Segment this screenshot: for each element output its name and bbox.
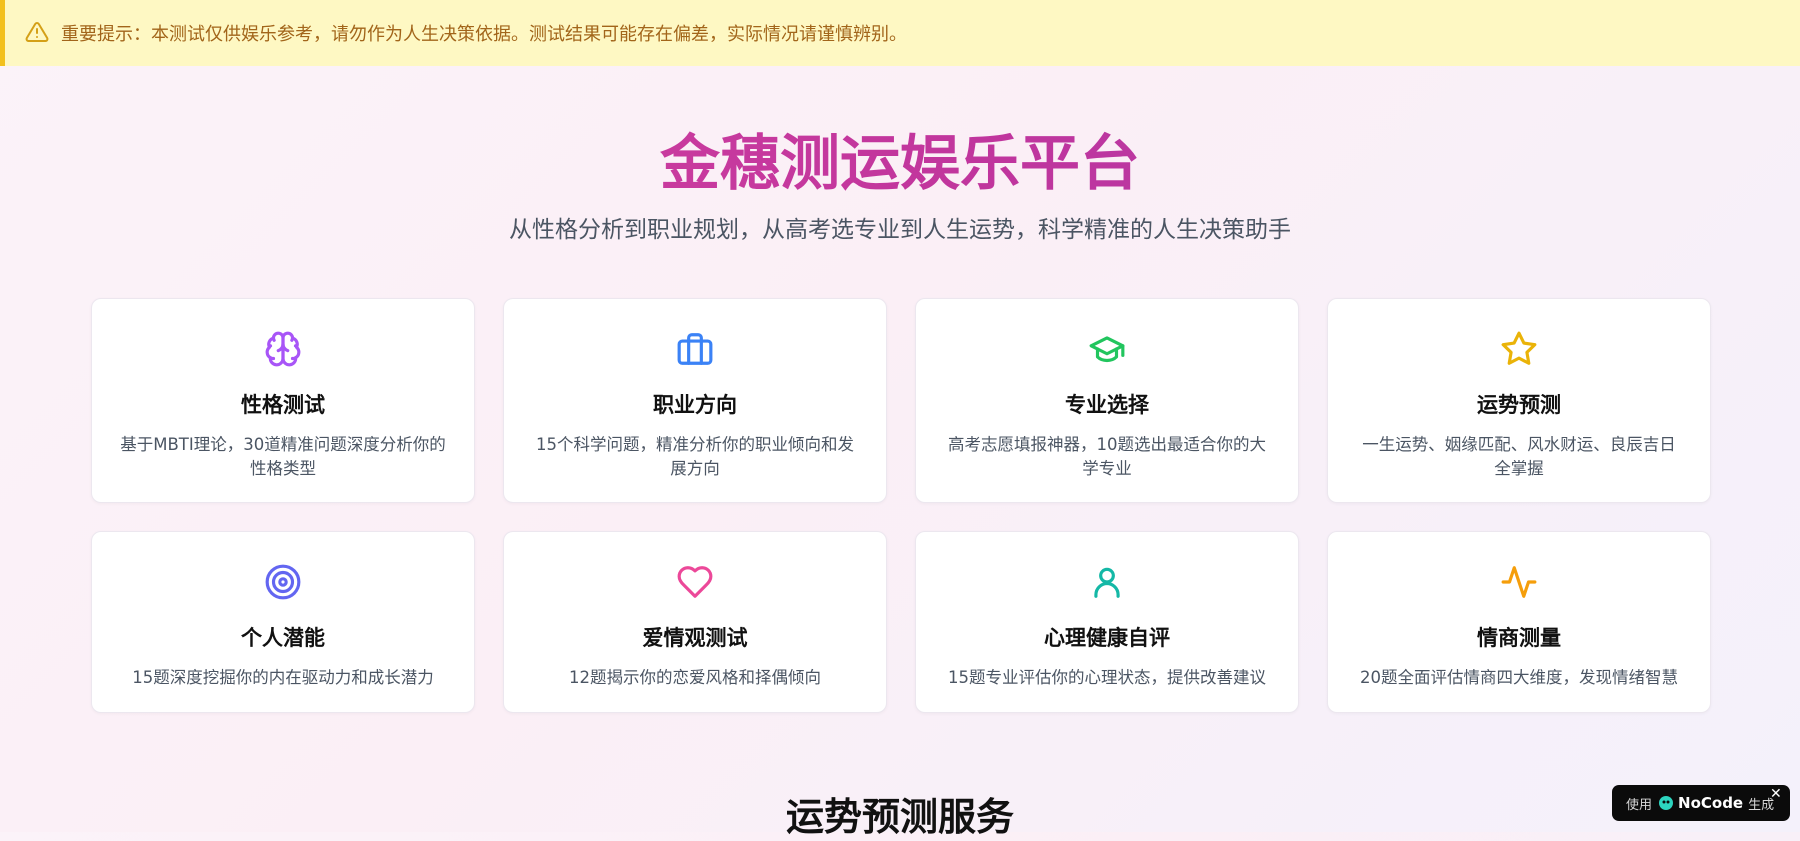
nocode-badge[interactable]: 使用 NoCode 生成 ✕ xyxy=(1612,785,1790,821)
disclaimer-text: 重要提示：本测试仅供娱乐参考，请勿作为人生决策依据。测试结果可能存在偏差，实际情… xyxy=(61,24,907,45)
warning-triangle-icon xyxy=(25,20,51,46)
card-title: 爱情观测试 xyxy=(642,626,748,650)
card-description: 15题深度挖掘你的内在驱动力和成长潜力 xyxy=(132,668,434,687)
card-career-direction[interactable]: 职业方向 15个科学问题，精准分析你的职业倾向和发展方向 xyxy=(503,298,887,503)
card-description: 20题全面评估情商四大维度，发现情绪智慧 xyxy=(1360,668,1678,687)
card-fortune-prediction[interactable]: 运势预测 一生运势、姻缘匹配、风水财运、良辰吉日全掌握 xyxy=(1327,298,1711,503)
card-personality-test[interactable]: 性格测试 基于MBTI理论，30道精准问题深度分析你的性格类型 xyxy=(91,298,475,503)
card-title: 情商测量 xyxy=(1477,626,1561,650)
card-mental-health[interactable]: 心理健康自评 15题专业评估你的心理状态，提供改善建议 xyxy=(915,531,1299,713)
card-title: 个人潜能 xyxy=(241,626,325,650)
card-title: 运势预测 xyxy=(1477,393,1561,417)
nocode-logo-icon xyxy=(1658,795,1674,811)
heart-icon xyxy=(675,562,715,602)
page-subtitle: 从性格分析到职业规划，从高考选专业到人生运势，科学精准的人生决策助手 xyxy=(509,217,1291,243)
card-description: 15个科学问题，精准分析你的职业倾向和发展方向 xyxy=(536,435,854,478)
card-description: 基于MBTI理论，30道精准问题深度分析你的性格类型 xyxy=(120,435,446,478)
card-title: 职业方向 xyxy=(653,393,737,417)
user-icon xyxy=(1087,562,1127,602)
card-title: 心理健康自评 xyxy=(1044,626,1170,650)
card-love-test[interactable]: 爱情观测试 12题揭示你的恋爱风格和择偶倾向 xyxy=(503,531,887,713)
card-title: 性格测试 xyxy=(241,393,325,417)
card-description: 高考志愿填报神器，10题选出最适合你的大学专业 xyxy=(948,435,1266,478)
card-eq-test[interactable]: 情商测量 20题全面评估情商四大维度，发现情绪智慧 xyxy=(1327,531,1711,713)
brain-icon xyxy=(263,329,303,369)
card-major-selection[interactable]: 专业选择 高考志愿填报神器，10题选出最适合你的大学专业 xyxy=(915,298,1299,503)
close-icon[interactable]: ✕ xyxy=(1770,787,1784,801)
page-title: 金穗测运娱乐平台 xyxy=(0,126,1800,202)
card-description: 12题揭示你的恋爱风格和择偶倾向 xyxy=(569,668,821,687)
star-icon xyxy=(1499,329,1539,369)
badge-prefix: 使用 xyxy=(1626,797,1653,813)
target-icon xyxy=(263,562,303,602)
card-title: 专业选择 xyxy=(1065,393,1149,417)
activity-icon xyxy=(1499,562,1539,602)
test-card-grid: 性格测试 基于MBTI理论，30道精准问题深度分析你的性格类型 职业方向 15个… xyxy=(91,298,1711,713)
disclaimer-banner: 重要提示：本测试仅供娱乐参考，请勿作为人生决策依据。测试结果可能存在偏差，实际情… xyxy=(0,0,1800,66)
badge-brand: NoCode xyxy=(1678,794,1744,812)
graduation-cap-icon xyxy=(1087,329,1127,369)
card-description: 一生运势、姻缘匹配、风水财运、良辰吉日全掌握 xyxy=(1362,435,1676,478)
section-title-fortune-services: 运势预测服务 xyxy=(785,795,1014,839)
card-description: 15题专业评估你的心理状态，提供改善建议 xyxy=(948,668,1266,687)
briefcase-icon xyxy=(675,329,715,369)
card-personal-potential[interactable]: 个人潜能 15题深度挖掘你的内在驱动力和成长潜力 xyxy=(91,531,475,713)
